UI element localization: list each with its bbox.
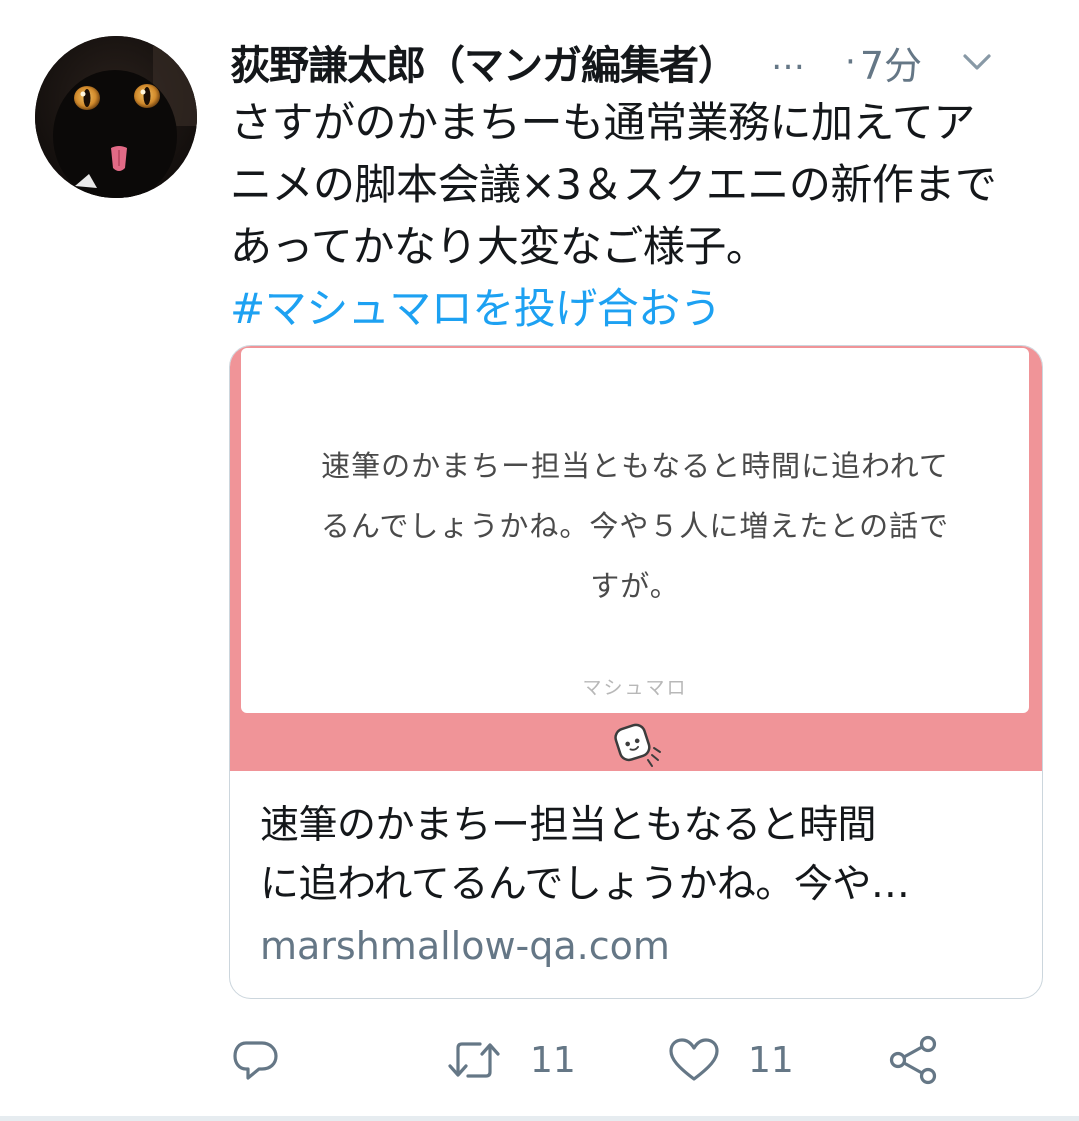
tweet-actions: 11 11: [0, 1030, 1079, 1090]
chevron-down-icon[interactable]: [962, 52, 992, 72]
share-icon: [889, 1035, 937, 1085]
avatar[interactable]: [35, 36, 197, 198]
hashtag-link[interactable]: #マシュマロを投げ合おう: [230, 278, 1050, 340]
heart-icon: [669, 1038, 719, 1081]
card-title-line: 速筆のかまちー担当ともなると時間: [260, 803, 877, 848]
name-truncation: …: [771, 38, 805, 78]
retweet-icon: [448, 1042, 500, 1078]
divider: [0, 1116, 1079, 1121]
card-image: 速筆のかまちー担当ともなると時間に追われて るんでしょうかね。今や５人に増えたと…: [230, 346, 1042, 771]
link-card[interactable]: 速筆のかまちー担当ともなると時間に追われて るんでしょうかね。今や５人に増えたと…: [229, 345, 1043, 999]
card-title-line: に追われてるんでしょうかね。今や…: [260, 862, 910, 907]
card-info: 速筆のかまちー担当ともなると時間 に追われてるんでしょうかね。今や… marsh…: [260, 796, 1030, 974]
like-button[interactable]: 11: [668, 1030, 794, 1090]
card-domain: marshmallow-qa.com: [260, 924, 670, 968]
time-separator: ·: [845, 42, 856, 82]
tweet-time[interactable]: 7分: [860, 35, 922, 90]
share-button[interactable]: [888, 1030, 940, 1090]
black-cat-avatar-image: [35, 36, 197, 198]
retweet-button[interactable]: 11: [446, 1030, 576, 1090]
question-line: るんでしょうかね。今や５人に増えたとの話で: [320, 509, 950, 543]
retweet-count: 11: [530, 1039, 576, 1081]
tweet-header: 荻野謙太郎（マンガ編集者） … · 7分: [230, 34, 1050, 90]
question-text: 速筆のかまちー担当ともなると時間に追われて るんでしょうかね。今や５人に増えたと…: [271, 436, 999, 616]
brand-label: マシュマロ: [582, 677, 688, 699]
tweet-text: さすがのかまちーも通常業務に加えてア ニメの脚本会議×3＆スクエニの新作まで あ…: [230, 92, 1050, 340]
tweet-text-line: さすがのかまちーも通常業務に加えてア: [230, 98, 975, 147]
tweet-text-line: あってかなり大変なご様子。: [230, 222, 768, 271]
author-name[interactable]: 荻野謙太郎（マンガ編集者）: [230, 33, 738, 91]
like-count: 11: [748, 1039, 794, 1081]
question-line: すが。: [590, 569, 680, 603]
marshmallow-mascot-icon: [614, 723, 661, 767]
tweet-text-line: ニメの脚本会議×3＆スクエニの新作まで: [230, 160, 997, 209]
reply-icon: [233, 1041, 278, 1080]
question-line: 速筆のかまちー担当ともなると時間に追われて: [321, 449, 949, 483]
question-box: 速筆のかまちー担当ともなると時間に追われて るんでしょうかね。今や５人に増えたと…: [241, 348, 1029, 713]
reply-button[interactable]: [232, 1030, 280, 1090]
